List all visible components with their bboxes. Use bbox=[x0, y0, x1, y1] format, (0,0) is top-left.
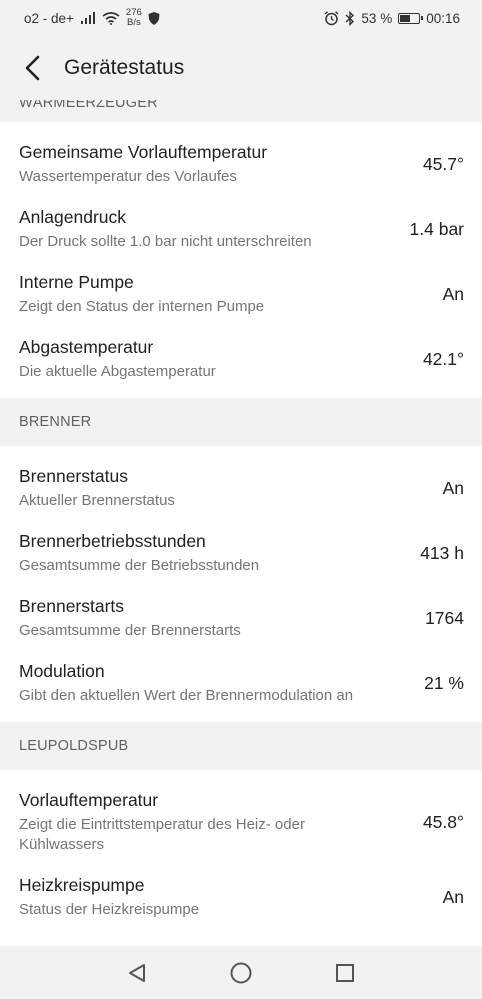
nav-back-button[interactable] bbox=[120, 956, 154, 990]
list-item[interactable]: Modulation Gibt den aktuellen Wert der Br… bbox=[0, 651, 482, 716]
wifi-icon bbox=[102, 11, 120, 25]
page-title: Gerätestatus bbox=[64, 56, 185, 79]
item-label: Modulation bbox=[19, 661, 105, 681]
group-leupoldspub: Vorlauftemperatur Zeigt die Eintrittstemp… bbox=[0, 770, 482, 936]
system-nav-bar bbox=[0, 946, 482, 999]
home-circle-icon bbox=[230, 962, 252, 983]
list-item[interactable]: Brennerstatus Aktueller Brennerstatus An bbox=[0, 456, 482, 521]
back-button[interactable] bbox=[0, 36, 64, 100]
clock: 00:16 bbox=[426, 10, 460, 26]
list-item[interactable]: Brennerstarts Gesamtsumme der Brennerstar… bbox=[0, 586, 482, 651]
list-item[interactable]: Vorlauftemperatur Zeigt die Eintrittstemp… bbox=[0, 780, 482, 865]
net-speed-unit: B/s bbox=[126, 17, 141, 28]
item-label: Vorlauftemperatur bbox=[19, 790, 159, 810]
group-brenner: Brennerstatus Aktueller Brennerstatus An … bbox=[0, 446, 482, 722]
item-label: Interne Pumpe bbox=[19, 272, 134, 292]
item-label: Anlagendruck bbox=[19, 207, 127, 227]
item-desc: Der Druck sollte 1.0 bar nicht unterschr… bbox=[19, 233, 312, 250]
list-item[interactable]: Interne Pumpe Zeigt den Status der intern… bbox=[0, 262, 482, 327]
group-waermeerzeuger: Gemeinsame Vorlauftemperatur Wassertemper… bbox=[0, 122, 482, 398]
item-desc: Gibt den aktuellen Wert der Brennermodul… bbox=[19, 687, 354, 704]
nav-home-button[interactable] bbox=[224, 956, 258, 990]
item-value: 45.7° bbox=[422, 154, 464, 174]
bluetooth-icon bbox=[345, 10, 355, 26]
item-desc: Zeigt den Status der internen Pumpe bbox=[19, 298, 265, 315]
section-header-waermeerzeuger: WÄRMEERZEUGER bbox=[0, 100, 482, 122]
item-value: 413 h bbox=[420, 543, 464, 563]
status-right: 53 % 00:16 bbox=[324, 10, 460, 26]
item-label: Brennerstatus bbox=[19, 466, 128, 486]
back-triangle-icon bbox=[129, 963, 145, 982]
item-value: An bbox=[442, 887, 464, 907]
list-item[interactable]: Gemeinsame Vorlauftemperatur Wassertemper… bbox=[0, 132, 482, 197]
battery-icon bbox=[398, 12, 424, 24]
list-item[interactable]: Abgastemperatur Die aktuelle Abgastempera… bbox=[0, 327, 482, 392]
item-value: 1764 bbox=[425, 608, 464, 628]
app-bar: Gerätestatus bbox=[0, 36, 482, 100]
item-desc: Gesamtsumme der Betriebsstunden bbox=[19, 557, 260, 574]
content-scroll[interactable]: WÄRMEERZEUGER Gemeinsame Vorlauftemperat… bbox=[0, 100, 482, 946]
item-label: Brennerbetriebsstunden bbox=[19, 531, 206, 551]
list-item[interactable]: Brennerbetriebsstunden Gesamtsumme der Be… bbox=[0, 521, 482, 586]
battery-percent: 53 % bbox=[361, 10, 393, 26]
item-desc: Zeigt die Eintrittstemperatur des Heiz- … bbox=[19, 816, 305, 853]
recents-square-icon bbox=[336, 963, 354, 982]
item-desc: Wassertemperatur des Vorlaufes bbox=[19, 168, 237, 185]
item-label: Brennerstarts bbox=[19, 596, 125, 616]
item-desc: Aktueller Brennerstatus bbox=[19, 492, 175, 509]
item-value: 21 % bbox=[424, 673, 464, 693]
item-label: Gemeinsame Vorlauftemperatur bbox=[19, 142, 268, 162]
alarm-icon bbox=[324, 10, 339, 25]
section-header-brenner: BRENNER bbox=[0, 398, 482, 446]
battery-fill bbox=[400, 14, 410, 22]
nav-recents-button[interactable] bbox=[328, 956, 362, 990]
item-value: 45.8° bbox=[422, 812, 464, 832]
item-value: 1.4 bar bbox=[409, 219, 464, 239]
signal-icon bbox=[80, 12, 95, 24]
item-desc: Gesamtsumme der Brennerstarts bbox=[19, 622, 241, 639]
item-label: Abgastemperatur bbox=[19, 337, 154, 357]
list-item[interactable]: Anlagendruck Der Druck sollte 1.0 bar nic… bbox=[0, 197, 482, 262]
status-bar: o2 - de+ 276 B/s 53 % 00:16 bbox=[0, 0, 482, 36]
net-speed: 276 B/s bbox=[126, 8, 142, 28]
shield-icon bbox=[148, 11, 160, 25]
carrier-label: o2 - de+ bbox=[24, 10, 74, 26]
section-header-leupoldspub: LEUPOLDSPUB bbox=[0, 722, 482, 770]
item-value: 42.1° bbox=[422, 349, 464, 369]
list-item[interactable]: Heizkreispumpe Status der Heizkreispumpe … bbox=[0, 865, 482, 930]
item-value: An bbox=[442, 284, 464, 304]
item-value: An bbox=[442, 478, 464, 498]
item-label: Heizkreispumpe bbox=[19, 875, 145, 895]
back-arrow-icon bbox=[25, 55, 40, 81]
item-desc: Die aktuelle Abgastemperatur bbox=[19, 363, 216, 380]
item-desc: Status der Heizkreispumpe bbox=[19, 901, 200, 918]
status-left: o2 - de+ 276 B/s bbox=[24, 8, 160, 28]
